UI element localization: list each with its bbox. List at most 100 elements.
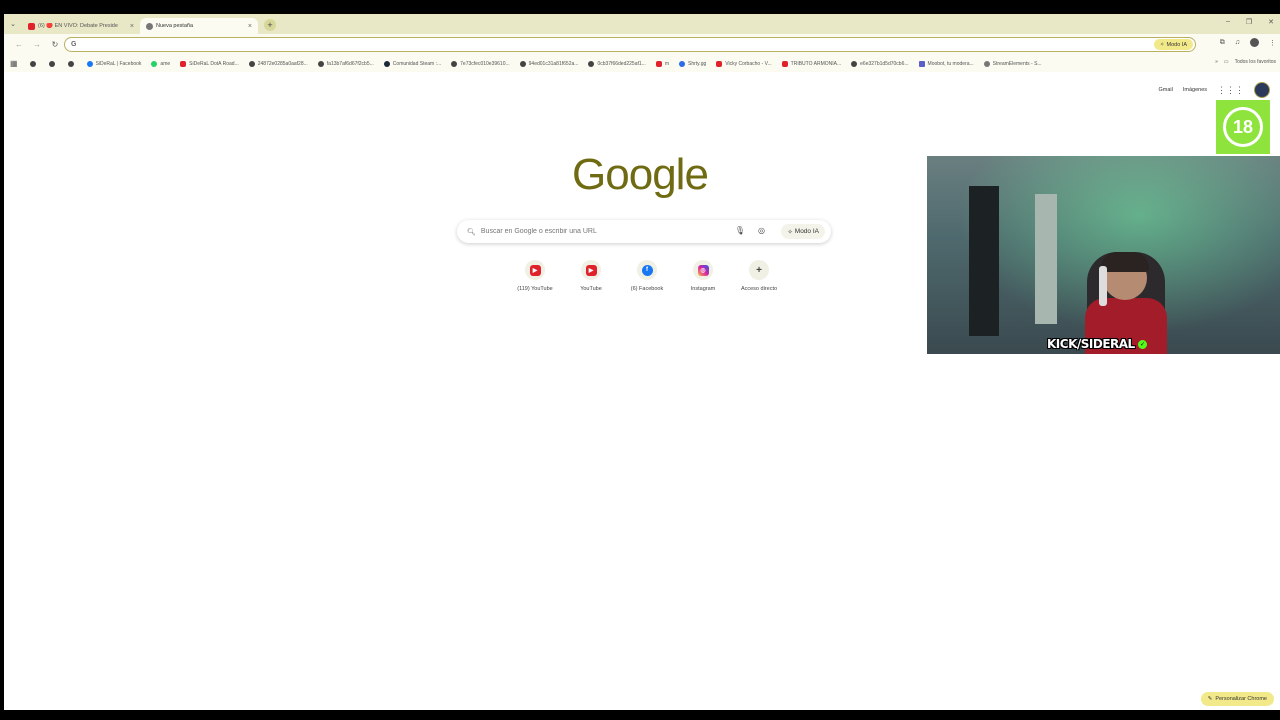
browser-window: ⌄ (6) 🔴 EN VIVO: Debate Preside × Nueva … [4, 14, 1280, 710]
download-icon [983, 60, 990, 67]
tab-title: Nueva pestaña [156, 23, 193, 29]
images-link[interactable]: Imágenes [1183, 87, 1207, 93]
profile-avatar[interactable] [1250, 38, 1259, 47]
shortcut-tile[interactable]: ▶ YouTube [563, 260, 619, 292]
bookmark-item[interactable]: ame [151, 60, 170, 67]
link-icon [679, 60, 685, 67]
bookmark-item[interactable]: e6e327b1d5d70cb6... [851, 60, 909, 67]
bookmark-item[interactable]: Comunidad Steam :... [383, 60, 441, 67]
age-rating-number: 18 [1223, 107, 1263, 147]
bookmark-item[interactable]: TRIBUTO ARMONIA... [781, 60, 841, 67]
close-icon[interactable]: × [248, 23, 252, 30]
search-input[interactable] [480, 228, 721, 235]
google-apps-icon[interactable]: ⋮⋮⋮ [1217, 85, 1244, 96]
spark-search-icon: ✧ [1159, 41, 1165, 48]
minimize-icon[interactable]: – [1226, 18, 1230, 26]
bookmark-item[interactable]: SiDeRaL | Facebook [86, 60, 141, 67]
bookmark-item[interactable]: Vicky Corbacho - V... [716, 60, 772, 67]
modo-ia-label: Modo IA [1166, 41, 1187, 48]
toolbar: ← → ↻ G ✧ Modo IA ⧉ ♫ ⋮ [4, 34, 1280, 55]
shortcut-label: YouTube [580, 286, 602, 292]
reload-icon[interactable]: ↻ [46, 40, 64, 49]
bookmark-item[interactable] [29, 60, 39, 67]
restore-icon[interactable]: ❐ [1246, 18, 1252, 26]
bookmark-item[interactable]: 7e73cfec010e39610... [451, 60, 510, 67]
globe-icon [588, 60, 595, 67]
tab-search-icon[interactable]: ⌄ [4, 14, 22, 34]
top-links: Gmail Imágenes ⋮⋮⋮ [1158, 82, 1270, 98]
lens-icon[interactable]: ◎ [758, 226, 765, 235]
globe-icon [29, 60, 36, 67]
tab-debate[interactable]: (6) 🔴 EN VIVO: Debate Preside × [22, 18, 140, 34]
bookmark-item[interactable]: m [655, 60, 669, 67]
microphone-icon[interactable]: 🎙︎ [735, 226, 745, 235]
youtube-icon: ▶ [585, 264, 597, 276]
tab-new-tab[interactable]: Nueva pestaña × [140, 18, 258, 34]
menu-icon[interactable]: ⋮ [1269, 39, 1276, 47]
globe-icon [851, 60, 858, 67]
bookmark-item[interactable]: 94ed01c31a81f652a... [519, 60, 578, 67]
bookmark-item[interactable]: SiDeRaL DotA Road... [180, 60, 239, 67]
shortcut-tile[interactable]: ◎ Instagram [675, 260, 731, 292]
microphone [1099, 266, 1107, 306]
youtube-icon [655, 60, 662, 67]
bookmark-item[interactable] [48, 60, 58, 67]
bookmark-item[interactable]: 24872e0285a0aaf28... [248, 60, 308, 67]
forward-icon[interactable]: → [28, 40, 46, 49]
moobot-icon [918, 60, 925, 67]
search-box[interactable]: 🔍︎ 🎙︎ ◎ ✧ Modo IA [457, 220, 831, 243]
globe-icon [451, 60, 458, 67]
shortcut-tile[interactable]: + Acceso directo [731, 260, 787, 292]
pencil-icon: ✎ [1207, 696, 1213, 702]
bookmark-item[interactable]: Moobot, tu modera... [918, 60, 974, 67]
close-icon[interactable]: × [130, 23, 134, 30]
age-rating-badge: 18 [1216, 100, 1270, 154]
shortcut-tile[interactable]: ▶ (119) YouTube [507, 260, 563, 292]
globe-icon [519, 60, 526, 67]
address-input[interactable] [82, 39, 1083, 50]
extensions-icon[interactable]: ⧉ [1220, 39, 1225, 47]
shortcut-label: (6) Facebook [630, 286, 664, 292]
search-icon: 🔍︎ [467, 228, 476, 236]
gmail-link[interactable]: Gmail [1158, 87, 1172, 93]
instagram-icon: ◎ [697, 264, 709, 276]
media-icon[interactable]: ♫ [1235, 39, 1240, 46]
facebook-icon: f [641, 264, 653, 276]
close-window-icon[interactable]: ✕ [1268, 18, 1274, 26]
globe-icon [48, 60, 55, 67]
chevron-right-icon[interactable]: » [1215, 59, 1218, 65]
shortcut-icon-circle: ▶ [581, 260, 601, 280]
globe-icon [248, 60, 255, 67]
apps-icon[interactable]: ▦ [10, 59, 18, 68]
personalize-label: Personalizar Chrome [1215, 696, 1267, 702]
back-icon[interactable]: ← [10, 40, 28, 49]
bookmark-item[interactable]: StreamElements - S... [983, 60, 1042, 67]
shortcut-icon-circle: ▶ [525, 260, 545, 280]
globe-icon [317, 60, 324, 67]
bookmark-item[interactable]: Shrty.gg [679, 60, 706, 67]
bookmark-item[interactable] [67, 60, 77, 67]
address-bar[interactable]: G ✧ Modo IA [64, 37, 1196, 52]
new-tab-button[interactable]: + [264, 19, 276, 31]
bookmark-item[interactable]: fa13b7af6d67f2cb5... [317, 60, 374, 67]
toolbar-actions: ⧉ ♫ ⋮ [1220, 38, 1276, 47]
account-avatar[interactable] [1254, 82, 1270, 98]
webcam-overlay: KICK/SIDERAL ✓ [927, 156, 1280, 354]
chrome-icon [146, 22, 153, 30]
shortcut-tile[interactable]: f (6) Facebook [619, 260, 675, 292]
shortcut-icon-circle: + [749, 260, 769, 280]
bookmarks-bar: ▦ SiDeRaL | Facebook ame SiDeRaL DotA Ro… [4, 55, 1280, 72]
modo-ia-chip[interactable]: ✧ Modo IA [1153, 39, 1193, 50]
bookmark-item[interactable]: 0cb37f66ded225af1... [588, 60, 646, 67]
shortcuts: ▶ (119) YouTube ▶ YouTube f (6) Facebook… [507, 260, 787, 292]
shortcut-label: Instagram [690, 286, 716, 292]
steam-icon [383, 60, 390, 67]
modo-ia-label: Modo IA [794, 228, 819, 235]
shortcut-label: Acceso directo [740, 286, 778, 292]
personalize-chrome-button[interactable]: ✎ Personalizar Chrome [1200, 692, 1274, 706]
modo-ia-button[interactable]: ✧ Modo IA [781, 224, 825, 239]
all-bookmarks-link[interactable]: Todos los favoritos [1235, 59, 1276, 65]
streamer-tag: KICK/SIDERAL ✓ [1047, 337, 1147, 351]
shortcut-icon-circle: f [637, 260, 657, 280]
shortcut-label: (119) YouTube [517, 286, 553, 292]
